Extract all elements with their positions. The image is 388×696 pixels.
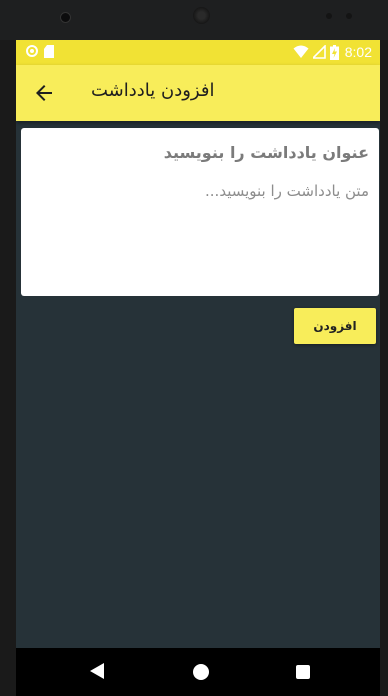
note-form-card — [21, 128, 379, 296]
earpiece-speaker — [193, 7, 210, 24]
phone-right-bezel — [380, 40, 388, 648]
status-bar: 8:02 — [16, 40, 380, 65]
page-title: افزودن یادداشت — [91, 80, 215, 101]
nav-recent-icon[interactable] — [296, 665, 310, 679]
phone-bottom-left — [0, 648, 16, 696]
proximity-sensor — [326, 13, 332, 19]
sync-circle-icon — [26, 45, 38, 57]
wifi-icon — [293, 45, 309, 58]
nav-home-icon[interactable] — [193, 664, 209, 680]
nav-back-icon[interactable] — [90, 663, 104, 679]
arrow-back-icon[interactable] — [32, 81, 56, 105]
light-sensor — [346, 13, 352, 19]
signal-icon — [312, 45, 326, 59]
sd-card-icon — [44, 45, 54, 58]
note-title-input[interactable] — [27, 136, 371, 168]
status-time: 8:02 — [344, 44, 372, 60]
app-bar: افزودن یادداشت — [16, 65, 380, 121]
phone-left-bezel — [0, 40, 16, 648]
battery-charging-icon — [329, 44, 339, 60]
note-body-input[interactable] — [27, 180, 371, 284]
phone-top-bezel — [0, 0, 388, 40]
app-screen: 8:02 افزودن یادداشت افزودن — [16, 40, 380, 648]
phone-bottom-right — [380, 648, 388, 696]
add-note-button[interactable]: افزودن — [294, 308, 376, 344]
navigation-bar — [16, 648, 380, 696]
front-camera — [60, 12, 71, 23]
